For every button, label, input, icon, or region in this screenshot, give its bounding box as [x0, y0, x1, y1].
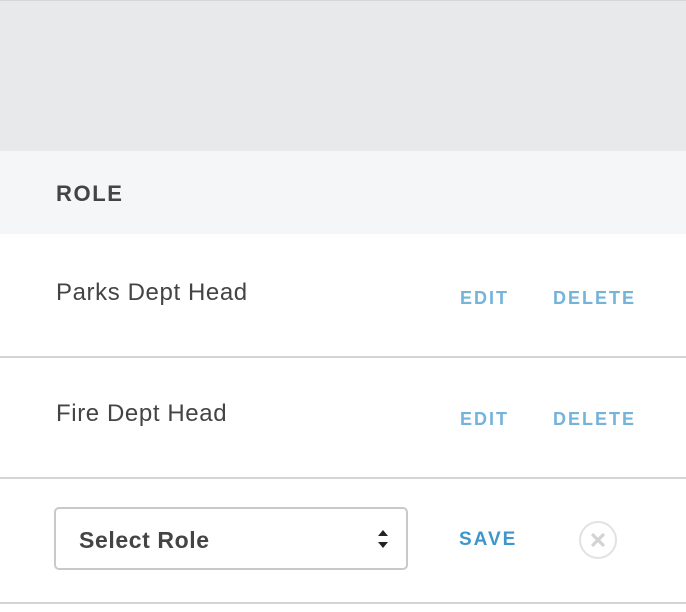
edit-button[interactable]: EDIT: [460, 409, 509, 430]
select-arrows-icon: [378, 530, 388, 548]
delete-button[interactable]: DELETE: [553, 409, 636, 430]
table-header: ROLE: [0, 151, 686, 234]
role-name: Parks Dept Head: [56, 279, 248, 306]
cancel-button[interactable]: [579, 521, 617, 559]
column-header-role: ROLE: [56, 181, 124, 206]
role-name: Fire Dept Head: [56, 400, 228, 427]
table-row: Fire Dept Head EDIT DELETE: [0, 358, 686, 479]
save-button[interactable]: SAVE: [459, 529, 517, 551]
close-icon: [591, 533, 605, 547]
edit-button[interactable]: EDIT: [460, 288, 509, 309]
role-select[interactable]: Select Role: [54, 507, 408, 570]
top-banner: [0, 0, 686, 151]
delete-button[interactable]: DELETE: [553, 288, 636, 309]
role-select-value: Select Role: [79, 527, 210, 553]
new-role-row: Select Role SAVE: [0, 479, 686, 604]
table-row: Parks Dept Head EDIT DELETE: [0, 237, 686, 358]
